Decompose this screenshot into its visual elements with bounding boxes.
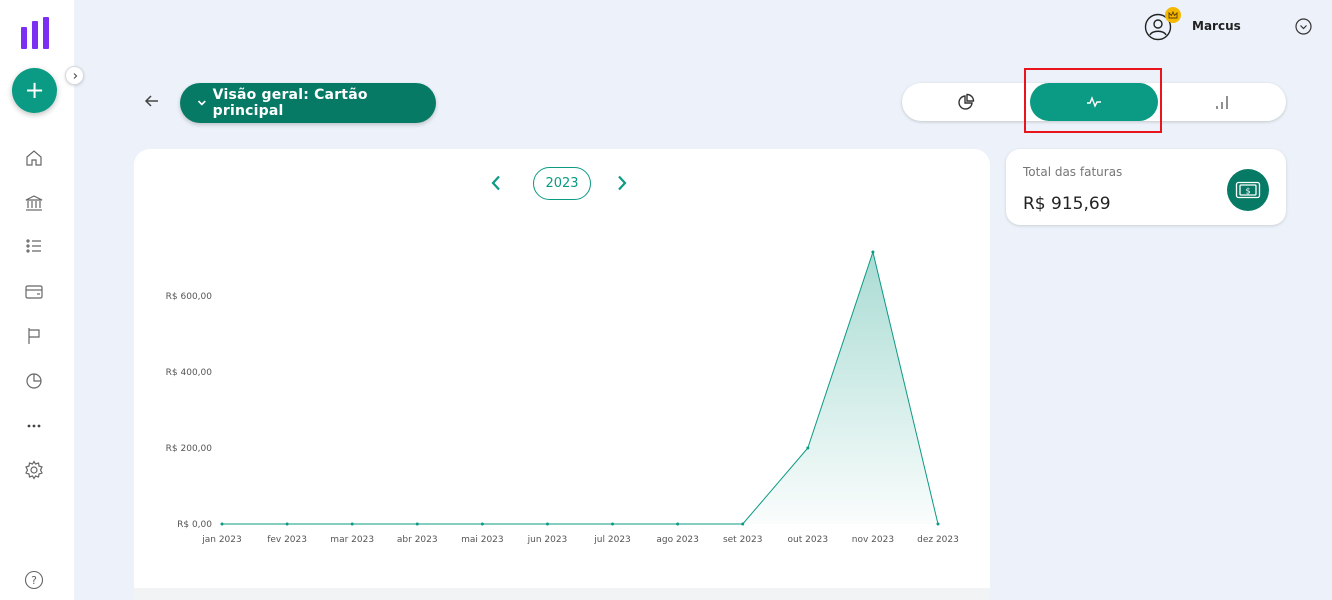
chevron-down-icon[interactable] xyxy=(1295,18,1312,35)
chevron-down-icon xyxy=(197,100,206,106)
pie-chart-icon xyxy=(958,93,975,110)
total-value: R$ 915,69 xyxy=(1023,194,1111,214)
help-icon[interactable]: ? xyxy=(24,570,44,590)
sidebar-collapse-button[interactable] xyxy=(65,66,84,85)
data-point[interactable] xyxy=(285,522,289,526)
data-point[interactable] xyxy=(806,446,810,450)
data-point[interactable] xyxy=(611,522,615,526)
x-tick-label: mar 2023 xyxy=(330,535,374,545)
view-bar-button[interactable] xyxy=(1158,83,1286,121)
next-year-button[interactable] xyxy=(613,174,631,192)
user-name[interactable]: Marcus xyxy=(1192,19,1241,33)
data-point[interactable] xyxy=(220,522,224,526)
crown-icon xyxy=(1165,7,1181,23)
bar-chart-icon xyxy=(1216,96,1228,109)
svg-text:?: ? xyxy=(31,574,37,587)
chevron-right-icon xyxy=(618,175,627,191)
x-tick-label: out 2023 xyxy=(788,535,829,545)
total-label: Total das faturas xyxy=(1023,165,1123,179)
wallet-icon[interactable] xyxy=(24,282,44,302)
x-tick-label: jan 2023 xyxy=(201,535,242,545)
x-tick-label: abr 2023 xyxy=(397,535,438,545)
y-tick-label: R$ 200,00 xyxy=(166,444,213,454)
data-point[interactable] xyxy=(545,522,549,526)
data-point[interactable] xyxy=(415,522,419,526)
money-icon: $ xyxy=(1227,169,1269,211)
view-pie-button[interactable] xyxy=(902,83,1030,121)
sidebar: + ? xyxy=(0,0,74,600)
overview-selector[interactable]: Visão geral: Cartão principal xyxy=(180,83,436,123)
app-logo[interactable] xyxy=(21,17,49,49)
svg-text:$: $ xyxy=(1245,187,1250,196)
user-menu[interactable] xyxy=(1144,7,1181,42)
chart-area xyxy=(222,252,938,525)
data-point[interactable] xyxy=(350,522,354,526)
x-tick-label: dez 2023 xyxy=(917,535,959,545)
home-icon[interactable] xyxy=(24,148,44,168)
data-point[interactable] xyxy=(936,522,940,526)
x-tick-label: jul 2023 xyxy=(593,535,630,545)
chevron-left-icon xyxy=(491,175,500,191)
data-point[interactable] xyxy=(480,522,484,526)
x-tick-label: set 2023 xyxy=(723,535,763,545)
arrow-left-icon xyxy=(144,95,158,107)
more-icon[interactable] xyxy=(24,416,44,436)
highlight-box xyxy=(1024,68,1162,133)
flag-icon[interactable] xyxy=(24,326,44,346)
pie-chart-icon[interactable] xyxy=(24,371,44,391)
data-point[interactable] xyxy=(676,522,680,526)
total-invoices-card: Total das faturas R$ 915,69 $ xyxy=(1006,149,1286,225)
add-button[interactable]: + xyxy=(12,68,57,113)
x-tick-label: jun 2023 xyxy=(527,535,568,545)
x-tick-label: fev 2023 xyxy=(267,535,307,545)
back-button[interactable] xyxy=(143,92,161,110)
year-selector[interactable]: 2023 xyxy=(533,167,591,200)
x-tick-label: mai 2023 xyxy=(461,535,504,545)
list-icon[interactable] xyxy=(24,236,44,256)
data-point[interactable] xyxy=(871,250,875,254)
data-point[interactable] xyxy=(741,522,745,526)
y-tick-label: R$ 400,00 xyxy=(166,368,213,378)
settings-icon[interactable] xyxy=(24,460,44,480)
x-tick-label: nov 2023 xyxy=(852,535,894,545)
y-tick-label: R$ 600,00 xyxy=(166,292,213,302)
chevron-right-icon xyxy=(73,72,77,79)
bank-icon[interactable] xyxy=(24,193,44,213)
previous-year-button[interactable] xyxy=(487,174,505,192)
y-tick-label: R$ 0,00 xyxy=(177,520,212,530)
page-title: Visão geral: Cartão principal xyxy=(212,87,368,119)
invoices-area-chart: R$ 0,00 R$ 200,00 R$ 400,00 R$ 600,00 jan 2… xyxy=(166,250,959,545)
x-tick-label: ago 2023 xyxy=(656,535,699,545)
avatar[interactable] xyxy=(1144,7,1181,41)
chart-card-footer xyxy=(134,588,990,600)
